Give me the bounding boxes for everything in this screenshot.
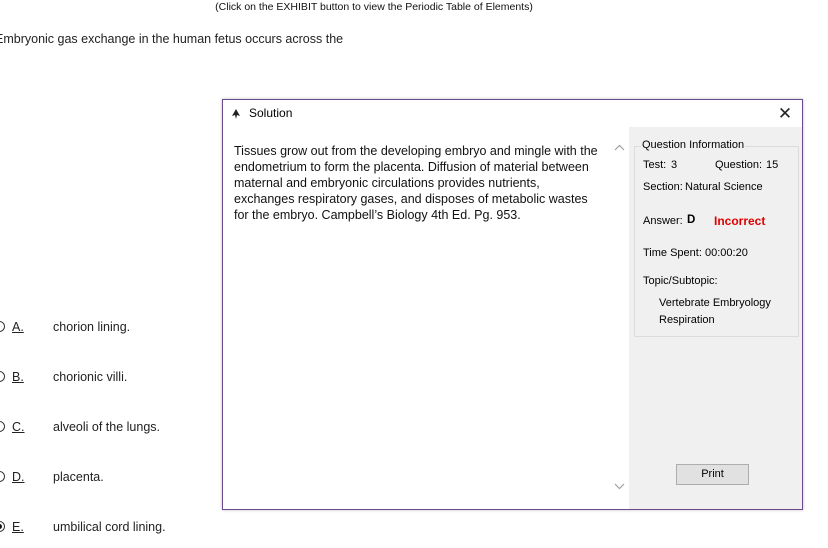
time-label: Time Spent:: [643, 247, 702, 259]
option-text: placenta.: [53, 470, 104, 484]
solution-dialog: Solution ✕ Tissues grow out from the dev…: [222, 99, 803, 510]
scroll-down-icon[interactable]: [611, 479, 628, 496]
solution-text: Tissues grow out from the developing emb…: [234, 144, 598, 222]
topic-label: Topic/Subtopic:: [643, 275, 718, 287]
option-e[interactable]: E. umbilical cord lining.: [0, 519, 220, 537]
test-page: (Click on the EXHIBIT button to view the…: [0, 0, 828, 548]
dialog-titlebar[interactable]: Solution ✕: [223, 100, 802, 127]
option-text: chorionic villi.: [53, 370, 128, 384]
question-label: Question:: [715, 159, 763, 171]
option-b-radio[interactable]: [0, 371, 5, 382]
option-text: alveoli of the lungs.: [53, 420, 161, 434]
option-letter: D.: [12, 470, 25, 484]
option-text: chorion lining.: [53, 320, 131, 334]
question-info-legend: Question Information: [641, 139, 746, 151]
option-c[interactable]: C. alveoli of the lungs.: [0, 419, 220, 437]
option-letter: B.: [12, 370, 24, 384]
option-letter: A.: [12, 320, 24, 334]
subtopic-value: Respiration: [659, 314, 715, 326]
vertical-scrollbar[interactable]: [611, 127, 628, 509]
option-letter: E.: [12, 520, 24, 534]
scroll-up-icon[interactable]: [611, 140, 628, 157]
exhibit-note: (Click on the EXHIBIT button to view the…: [215, 1, 533, 13]
print-button[interactable]: Print: [676, 464, 749, 485]
test-value: 3: [671, 159, 678, 171]
answer-label: Answer:: [643, 215, 683, 227]
option-a[interactable]: A. chorion lining.: [0, 319, 220, 337]
question-stem: Embryonic gas exchange in the human fetu…: [0, 32, 344, 46]
section-label: Section:: [643, 181, 683, 193]
option-text: umbilical cord lining.: [53, 520, 166, 534]
option-d-radio[interactable]: [0, 471, 5, 482]
option-letter: C.: [12, 420, 25, 434]
topic-value: Vertebrate Embryology: [659, 297, 771, 309]
option-d[interactable]: D. placenta.: [0, 469, 220, 487]
question-info-panel: Question Information Test: 3 Question: 1…: [629, 127, 802, 509]
app-icon: [230, 107, 242, 119]
option-a-radio[interactable]: [0, 321, 5, 332]
test-label: Test:: [643, 159, 667, 171]
answer-value: D: [687, 214, 696, 226]
time-value: 00:00:20: [705, 247, 748, 259]
close-icon[interactable]: ✕: [768, 100, 802, 127]
option-e-radio[interactable]: [0, 521, 5, 532]
option-b[interactable]: B. chorionic villi.: [0, 369, 220, 387]
option-c-radio[interactable]: [0, 421, 5, 432]
question-value: 15: [766, 159, 779, 171]
section-value: Natural Science: [685, 181, 763, 193]
result-status: Incorrect: [714, 214, 766, 228]
dialog-title: Solution: [249, 106, 293, 120]
